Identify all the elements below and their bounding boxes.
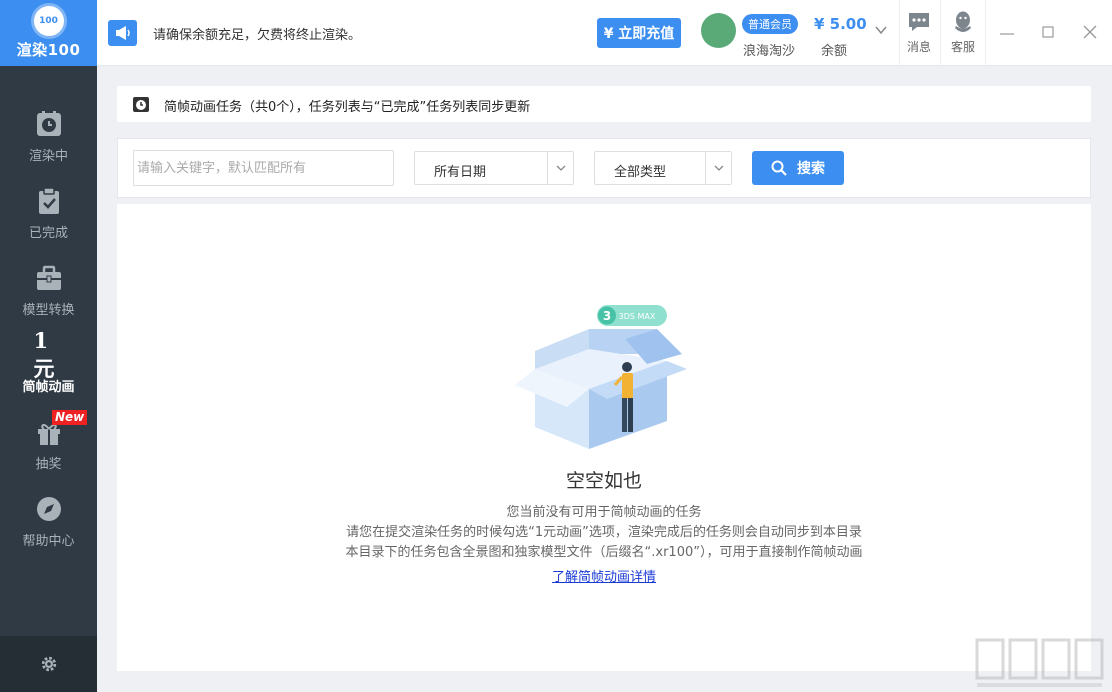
sidebar-item-lottery[interactable]: New 抽奖 xyxy=(0,406,97,483)
sidebar-item-completed[interactable]: 已完成 xyxy=(0,175,97,252)
sidebar-item-label: 抽奖 xyxy=(35,453,61,472)
clipboard-check-icon xyxy=(34,186,64,216)
balance-notice: 请确保余额充足，欠费将终止渲染。 xyxy=(153,24,361,43)
sidebar-item-model-convert[interactable]: 模型转换 xyxy=(0,252,97,329)
date-select[interactable]: 所有日期 xyxy=(414,151,574,185)
search-button[interactable]: 搜索 xyxy=(752,151,844,185)
sidebar-item-label: 简帧动画 xyxy=(22,376,74,395)
member-badge: 普通会员 xyxy=(742,14,798,34)
task-count-text: 简帧动画任务（共0个），任务列表与“已完成”任务列表同步更新 xyxy=(164,96,530,115)
sidebar-item-label: 模型转换 xyxy=(22,299,74,318)
learn-more-link[interactable]: 了解简帧动画详情 xyxy=(552,570,656,585)
settings-button[interactable] xyxy=(0,636,97,692)
compass-icon xyxy=(34,494,64,524)
divider xyxy=(985,0,986,66)
balance-amount: ¥ 5.00 xyxy=(814,15,867,33)
chevron-down-icon xyxy=(705,152,731,184)
sidebar-item-frame-animation[interactable]: 1元 简帧动画 xyxy=(0,329,97,406)
app-logo: 100 渲染100 xyxy=(0,0,97,66)
megaphone-icon xyxy=(108,20,137,46)
sidebar-nav: 渲染中 已完成 模型转换 1元 简帧动画 New 抽奖 xyxy=(0,66,97,560)
logo-badge: 100 xyxy=(34,6,64,36)
penguin-icon xyxy=(951,10,975,34)
clock-icon xyxy=(34,109,64,139)
sidebar-item-label: 渲染中 xyxy=(29,145,68,164)
recharge-button[interactable]: ¥ 立即充值 xyxy=(597,18,681,48)
account-dropdown[interactable] xyxy=(873,22,889,38)
sidebar-item-label: 帮助中心 xyxy=(22,530,74,549)
search-button-label: 搜索 xyxy=(797,158,825,178)
chevron-down-icon xyxy=(873,22,889,38)
sidebar-item-label: 已完成 xyxy=(29,222,68,241)
balance-label: 余额 xyxy=(821,40,847,59)
date-select-value: 所有日期 xyxy=(434,161,486,180)
site-watermark xyxy=(972,634,1106,690)
briefcase-icon xyxy=(34,263,64,293)
service-label: 客服 xyxy=(951,38,975,55)
gear-icon xyxy=(40,655,58,673)
minimize-button[interactable] xyxy=(997,22,1017,42)
sidebar-item-rendering[interactable]: 渲染中 xyxy=(0,98,97,175)
divider xyxy=(940,0,941,66)
new-badge: New xyxy=(52,410,87,425)
3ds-badge-label: 3DS MAX xyxy=(619,312,656,321)
logo-name: 渲染100 xyxy=(17,39,81,60)
learn-more-link-wrap: 了解简帧动画详情 xyxy=(117,566,1091,585)
avatar[interactable] xyxy=(701,13,736,48)
empty-desc-1: 您当前没有可用于简帧动画的任务 xyxy=(117,501,1091,520)
3ds-badge-num: 3 xyxy=(603,309,611,323)
type-select-value: 全部类型 xyxy=(614,161,666,180)
maximize-icon xyxy=(1038,22,1058,42)
maximize-button[interactable] xyxy=(1038,22,1058,42)
info-bar: 简帧动画任务（共0个），任务列表与“已完成”任务列表同步更新 xyxy=(117,86,1091,122)
sidebar-item-help[interactable]: 帮助中心 xyxy=(0,483,97,560)
chat-icon xyxy=(907,10,931,34)
close-icon xyxy=(1080,22,1100,42)
empty-title: 空空如也 xyxy=(117,466,1091,493)
type-select[interactable]: 全部类型 xyxy=(594,151,732,185)
messages-label: 消息 xyxy=(907,38,931,55)
search-icon xyxy=(771,160,787,176)
username: 浪海淘沙 xyxy=(743,40,795,59)
timer-icon xyxy=(132,95,150,113)
messages-button[interactable]: 消息 xyxy=(899,10,939,55)
task-list-area: 3 3DS MAX 空空如也 您当前没有可用于简帧动画的任务 请您在提交渲染任务… xyxy=(117,204,1091,671)
sidebar: 100 渲染100 渲染中 已完成 模型转换 1元 简帧动画 xyxy=(0,0,97,692)
customer-service-button[interactable]: 客服 xyxy=(943,10,983,55)
empty-desc-3: 本目录下的任务包含全景图和独家模型文件（后缀名“.xr100”），可用于直接制作… xyxy=(117,541,1091,560)
keyword-input[interactable] xyxy=(133,150,394,186)
yuan-icon: 1元 xyxy=(34,340,64,370)
minimize-icon xyxy=(997,22,1017,42)
chevron-down-icon xyxy=(547,152,573,184)
empty-desc-2: 请您在提交渲染任务的时候勾选“1元动画”选项，渲染完成后的任务则会自动同步到本目… xyxy=(117,521,1091,540)
empty-box-illustration: 3 3DS MAX xyxy=(507,299,697,454)
close-button[interactable] xyxy=(1080,22,1100,42)
top-bar: 请确保余额充足，欠费将终止渲染。 ¥ 立即充值 普通会员 浪海淘沙 ¥ 5.00… xyxy=(97,0,1112,66)
filter-bar: 所有日期 全部类型 搜索 xyxy=(117,138,1091,198)
